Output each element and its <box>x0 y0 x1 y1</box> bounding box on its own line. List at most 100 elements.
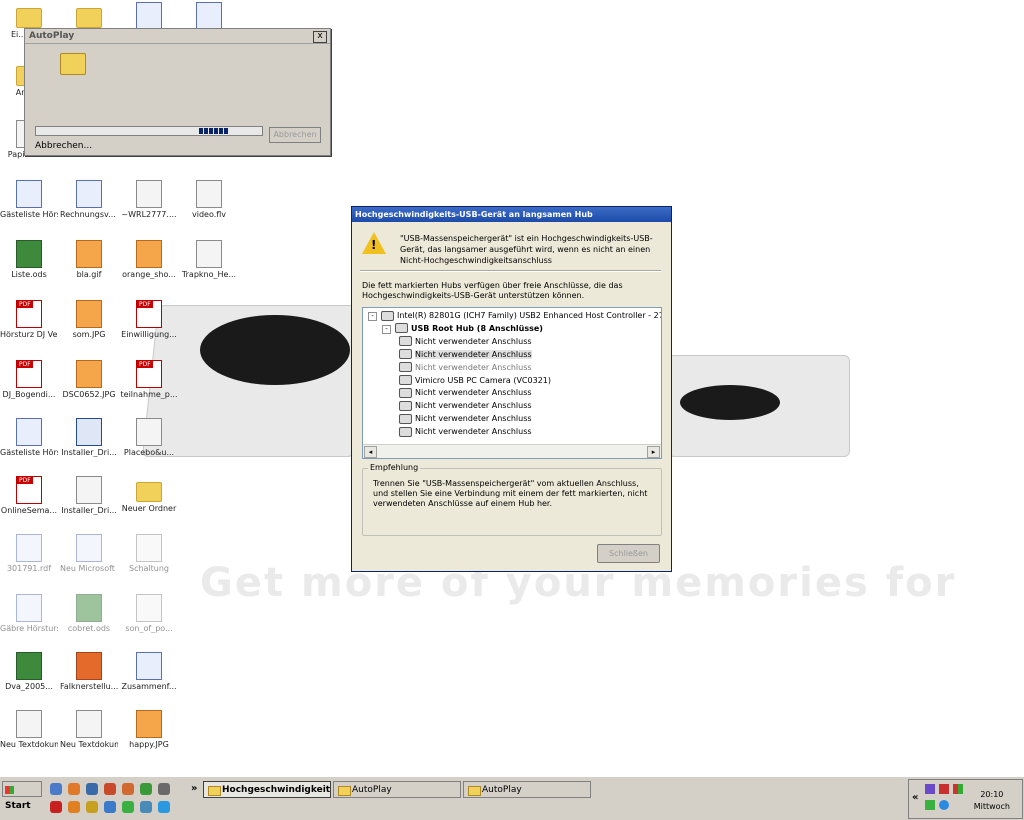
quicklaunch-help-icon[interactable] <box>104 801 116 813</box>
usb-tree-view[interactable]: - Intel(R) 82801G (ICH7 Family) USB2 Enha… <box>362 307 662 459</box>
quicklaunch-tools2-icon[interactable] <box>86 801 98 813</box>
clock[interactable]: 20:10 Mittwoch <box>974 789 1010 813</box>
desktop-icon[interactable]: bla.gif <box>60 240 118 279</box>
tray-globe-icon[interactable] <box>939 800 949 810</box>
desktop-icon-label: Schaltung <box>128 564 170 573</box>
tree-item[interactable]: Nicht verwendeter Anschluss <box>397 362 532 374</box>
desktop-icon[interactable]: orange_sho... <box>120 240 178 279</box>
desktop-icon[interactable]: video.flv <box>180 180 238 219</box>
quicklaunch-home-icon[interactable] <box>122 783 134 795</box>
desktop-icon[interactable]: Falknerstellu... <box>60 652 118 691</box>
quicklaunch-app-icon[interactable] <box>158 783 170 795</box>
task-label: AutoPlay <box>482 785 522 795</box>
quicklaunch-media-icon[interactable] <box>86 783 98 795</box>
tree-item[interactable]: - USB Root Hub (8 Anschlüsse) <box>382 323 543 335</box>
folder-search-icon <box>60 53 86 75</box>
dialog-title[interactable]: Hochgeschwindigkeits-USB-Gerät an langsa… <box>352 207 671 222</box>
desktop-icon[interactable]: Dva_2005... <box>0 652 58 691</box>
desktop-icon[interactable]: DSC0652.JPG <box>60 360 118 399</box>
desktop-icon[interactable]: Trapkno_He... <box>180 240 238 279</box>
tree-item[interactable]: Nicht verwendeter Anschluss <box>397 400 532 412</box>
task-autoplay-1[interactable]: AutoPlay <box>333 781 461 798</box>
file-icon <box>136 594 162 622</box>
desktop-icon[interactable]: Gäbre Hörstursvorz... <box>0 594 58 633</box>
horizontal-scrollbar[interactable]: ◂ ▸ <box>363 444 661 458</box>
desktop-icon[interactable]: 301791.rdf <box>0 534 58 573</box>
desktop-icon[interactable]: Neu Textdokum... <box>0 710 58 749</box>
tree-item[interactable]: Nicht verwendeter Anschluss <box>397 336 532 348</box>
xls-icon <box>16 652 42 680</box>
desktop-icon-label: Neu Textdokum... <box>0 740 58 749</box>
tree-item[interactable]: Nicht verwendeter Anschluss <box>397 349 532 361</box>
desktop-icon[interactable]: ~WRL2777.... <box>120 180 178 219</box>
desktop-icon[interactable]: Rechnungsv... zum überne... <box>60 180 118 219</box>
desktop-icon[interactable]: Einwilligung... <box>120 300 178 339</box>
quicklaunch-tools-icon[interactable] <box>104 783 116 795</box>
desktop-icon[interactable]: Gästeliste Hörsturz... <box>0 418 58 457</box>
tree-item[interactable]: Vimicro USB PC Camera (VC0321) <box>397 375 551 387</box>
desktop-icon[interactable]: son_of_po... <box>120 594 178 633</box>
task-autoplay-2[interactable]: AutoPlay <box>463 781 591 798</box>
autoplay-window[interactable]: AutoPlay x Abbrechen Abbrechen... <box>24 28 331 156</box>
desktop-icon[interactable]: Schaltung <box>120 534 178 573</box>
desktop-icon[interactable]: teilnahme_p... <box>120 360 178 399</box>
wallpaper-platter-left <box>200 315 350 385</box>
desktop-icon[interactable]: Neuer Ordner <box>120 476 178 513</box>
tree-item[interactable]: Nicht verwendeter Anschluss <box>397 413 532 425</box>
tray-flag-icon[interactable] <box>953 784 963 794</box>
file-icon <box>136 418 162 446</box>
desktop-icon[interactable]: Zusammenf... <box>120 652 178 691</box>
tray-disconnected-icon[interactable] <box>939 784 949 794</box>
quicklaunch-chevron-icon[interactable]: » <box>191 783 197 794</box>
scroll-right-icon[interactable]: ▸ <box>647 446 660 458</box>
desktop-icon[interactable]: Placebo&u... <box>120 418 178 457</box>
close-button[interactable]: Schließen <box>597 544 660 563</box>
desktop-icon[interactable]: Neu Textdokum... <box>60 710 118 749</box>
task-usb-dialog[interactable]: Hochgeschwindigkeit... <box>203 781 331 798</box>
usb-warning-dialog[interactable]: Hochgeschwindigkeits-USB-Gerät an langsa… <box>351 206 672 572</box>
quicklaunch-firefox-icon[interactable] <box>68 783 80 795</box>
desktop-icon[interactable]: cobret.ods <box>60 594 118 633</box>
quicklaunch-network2-icon[interactable] <box>140 801 152 813</box>
desktop-icon-label: Installer_Dri... <box>61 448 117 457</box>
tray-chevron-icon[interactable]: « <box>912 792 918 803</box>
quicklaunch-desktop-icon[interactable] <box>50 783 62 795</box>
desktop-icon[interactable] <box>60 2 118 30</box>
quicklaunch-messenger-icon[interactable] <box>122 801 134 813</box>
warning-icon: ! <box>362 232 386 254</box>
tree-expander-icon[interactable]: - <box>368 312 377 321</box>
desktop-icon[interactable]: happy.JPG <box>120 710 178 749</box>
tray-wifi-icon[interactable] <box>925 800 935 810</box>
desktop-icon[interactable]: som.JPG <box>60 300 118 339</box>
tree-item[interactable]: - Intel(R) 82801G (ICH7 Family) USB2 Enha… <box>368 310 661 322</box>
desktop-icon-label: Gästeliste Hörstur... <box>0 210 58 219</box>
tree-item-label: Nicht verwendeter Anschluss <box>415 349 532 359</box>
tray-network-icon[interactable] <box>925 784 935 794</box>
tree-expander-icon[interactable]: - <box>382 324 391 334</box>
desktop-icon[interactable]: Installer_Dri... <box>60 418 118 457</box>
scroll-left-icon[interactable]: ◂ <box>364 446 377 458</box>
desktop-icon[interactable]: Hörsturz DJ Verteiler... <box>0 300 58 339</box>
desktop-icon[interactable]: Gästeliste Hörstur... <box>0 180 58 219</box>
quicklaunch-skype-icon[interactable] <box>158 801 170 813</box>
tree-item[interactable]: Nicht verwendeter Anschluss <box>397 387 532 399</box>
desktop-icon[interactable]: Liste.ods <box>0 240 58 279</box>
quicklaunch-acrobat-icon[interactable] <box>50 801 62 813</box>
file-icon <box>16 710 42 738</box>
start-button[interactable]: Start <box>2 781 42 811</box>
usb-port-icon <box>399 349 412 360</box>
autoplay-cancel-button[interactable]: Abbrechen <box>269 127 321 143</box>
desktop-icon-label: Zusammenf... <box>121 682 177 691</box>
desktop-icon-label: ~WRL2777.... <box>121 210 177 219</box>
desktop-icon[interactable]: DJ_Bogendi... <box>0 360 58 399</box>
tree-item[interactable]: Nicht verwendeter Anschluss <box>397 426 532 438</box>
quicklaunch-network-icon[interactable] <box>140 783 152 795</box>
desktop-icon[interactable]: Installer_Dri... <box>60 476 118 515</box>
dialog-separator <box>360 270 661 272</box>
close-icon[interactable]: x <box>313 31 327 43</box>
desktop-icon[interactable]: OnlineSema... <box>0 476 58 515</box>
quicklaunch-browser-icon[interactable] <box>68 801 80 813</box>
xls-icon <box>76 594 102 622</box>
desktop-icon[interactable]: Neu Microsoft Word-Do... <box>60 534 118 573</box>
autoplay-status-text: Abbrechen... <box>35 141 93 151</box>
